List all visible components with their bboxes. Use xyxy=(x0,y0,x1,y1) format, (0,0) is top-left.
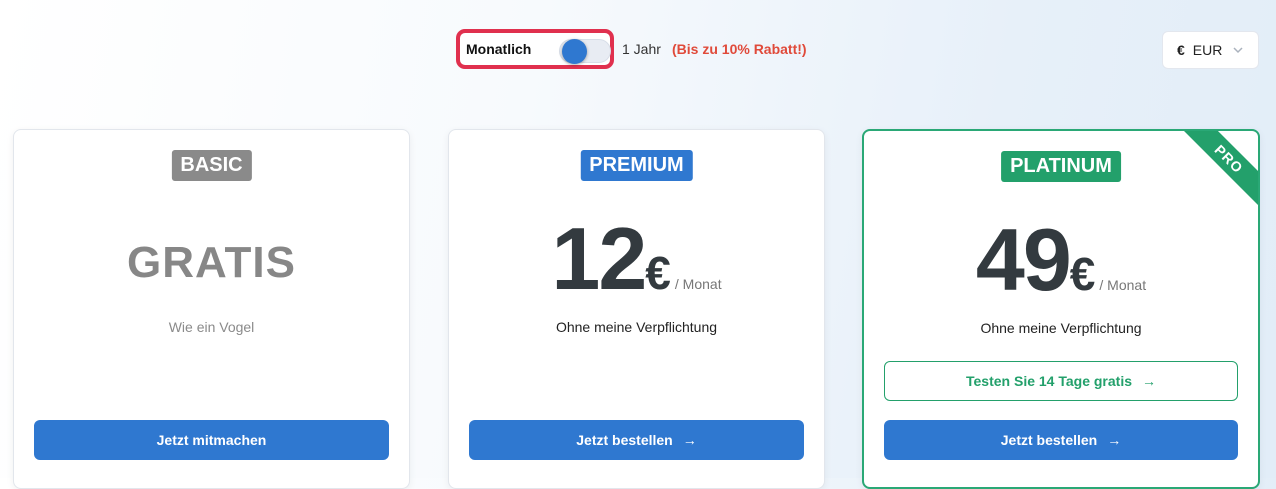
plan-card-premium: PREMIUM 12€ / Monat Ohne meine Verpflicht… xyxy=(448,129,825,489)
arrow-right-icon: → xyxy=(1142,373,1156,389)
plan-subtitle: Ohne meine Verpflichtung xyxy=(980,320,1142,336)
plan-badge: BASIC xyxy=(171,150,252,181)
chevron-down-icon xyxy=(1233,47,1243,54)
order-now-button[interactable]: Jetzt bestellen → xyxy=(884,420,1238,460)
button-label: Jetzt mitmachen xyxy=(156,432,267,448)
billing-switch[interactable] xyxy=(559,39,611,64)
currency-symbol: € xyxy=(1177,42,1185,58)
plan-card-basic: BASIC GRATIS Wie ein Vogel Jetzt mitmach… xyxy=(13,129,410,489)
price-currency: € xyxy=(645,247,671,299)
monthly-label: Monatlich xyxy=(466,41,532,57)
price-amount: 12 xyxy=(551,209,647,308)
plan-price: 49€ / Monat xyxy=(864,215,1258,305)
currency-code: EUR xyxy=(1192,42,1223,58)
price-amount: 49 xyxy=(975,210,1072,309)
order-now-button[interactable]: Jetzt bestellen → xyxy=(469,420,804,460)
price-period: / Monat xyxy=(1099,277,1147,293)
button-label: Testen Sie 14 Tage gratis xyxy=(966,373,1132,389)
arrow-right-icon: → xyxy=(682,432,697,448)
plan-card-platinum: PRO PLATINUM 49€ / Monat Ohne meine Verpf… xyxy=(862,129,1260,489)
button-label: Jetzt bestellen xyxy=(1000,432,1098,448)
pro-ribbon: PRO xyxy=(1180,131,1258,209)
discount-label: (Bis zu 10% Rabatt!) xyxy=(672,41,807,57)
arrow-right-icon: → xyxy=(1107,432,1122,448)
plan-price: 12€ / Monat xyxy=(449,214,824,304)
price-free-label: GRATIS xyxy=(127,238,296,287)
price-period: / Monat xyxy=(674,276,722,292)
free-trial-button[interactable]: Testen Sie 14 Tage gratis → xyxy=(884,361,1238,401)
plan-badge: PLATINUM xyxy=(1001,151,1121,182)
switch-knob[interactable] xyxy=(562,39,587,64)
billing-period-toggle[interactable]: Monatlich xyxy=(456,29,614,69)
price-currency: € xyxy=(1069,248,1096,300)
plan-subtitle: Wie ein Vogel xyxy=(168,319,255,335)
button-label: Jetzt bestellen xyxy=(576,432,673,448)
plan-badge: PREMIUM xyxy=(580,150,693,181)
currency-select[interactable]: € EUR xyxy=(1162,31,1259,69)
ribbon-label: PRO xyxy=(1180,131,1258,209)
join-now-button[interactable]: Jetzt mitmachen xyxy=(34,420,389,460)
yearly-label: 1 Jahr xyxy=(622,41,661,57)
plan-subtitle: Ohne meine Verpflichtung xyxy=(555,319,718,335)
